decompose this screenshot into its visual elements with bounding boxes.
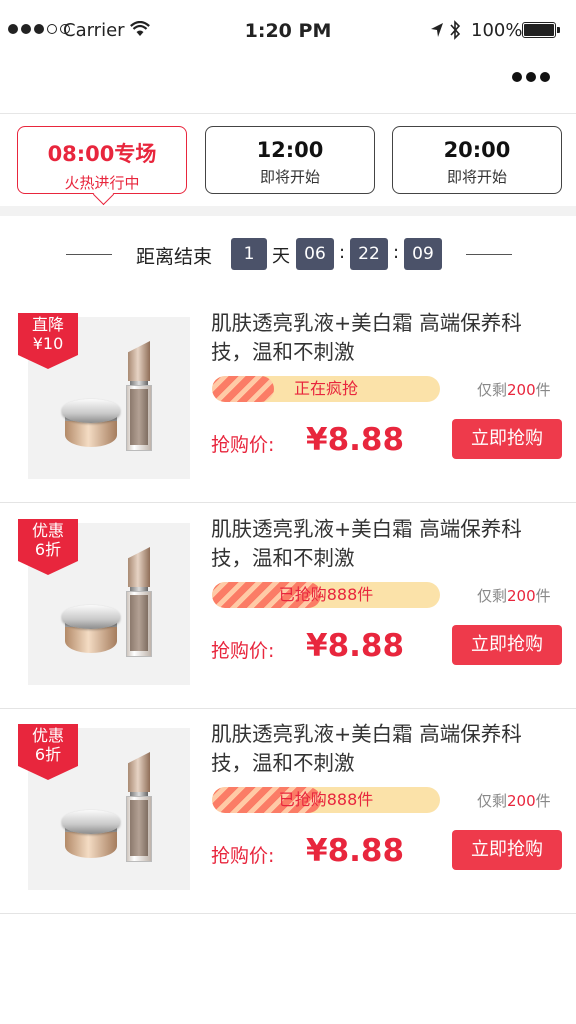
product-card[interactable]: 直降 ¥10 肌肤透亮乳液+美白霜 高端保养科技，温和不刺激 正在疯抢 仅剩20… — [0, 297, 576, 503]
badge-line1: 优惠 — [31, 521, 64, 540]
badge-line2: 6折 — [34, 540, 62, 559]
price-label: 抢购价: — [211, 845, 275, 867]
session-tab-2000[interactable]: 20:00 即将开始 — [392, 126, 562, 194]
stock-remaining: 仅剩200件 — [477, 587, 551, 605]
product-card[interactable]: 优惠 6折 肌肤透亮乳液+美白霜 高端保养科技，温和不刺激 已抢购888件 仅剩… — [0, 503, 576, 709]
lotion-bottle-image — [126, 752, 152, 862]
divider-line — [466, 254, 512, 255]
progress-text: 已抢购888件 — [278, 790, 374, 809]
session-time: 12:00 — [256, 138, 324, 162]
session-tabs: 08:00专场 火热进行中 12:00 即将开始 20:00 即将开始 — [0, 114, 576, 210]
progress-text: 已抢购888件 — [278, 585, 374, 604]
product-card[interactable]: 优惠 6折 肌肤透亮乳液+美白霜 高端保养科技，温和不刺激 已抢购888件 仅剩… — [0, 708, 576, 914]
countdown-days: 1 — [231, 238, 267, 270]
buy-now-button[interactable]: 立即抢购 — [452, 625, 562, 665]
price-value: ¥8.88 — [306, 422, 405, 458]
discount-badge: 直降 ¥10 — [18, 313, 78, 369]
badge-line1: 直降 — [31, 315, 64, 334]
sale-progress-bar: 正在疯抢 — [212, 376, 440, 402]
stock-remaining: 仅剩200件 — [477, 792, 551, 810]
countdown: 距离结束 1 天 06 : 22 : 09 — [0, 232, 576, 276]
section-divider — [0, 206, 576, 216]
price-value: ¥8.88 — [306, 628, 405, 664]
countdown-separator: : — [393, 242, 400, 263]
battery-icon — [522, 22, 560, 38]
session-tab-0800[interactable]: 08:00专场 火热进行中 — [17, 126, 187, 194]
sale-progress-bar: 已抢购888件 — [212, 582, 440, 608]
countdown-minutes: 22 — [350, 238, 388, 270]
location-arrow-icon — [431, 23, 443, 37]
buy-now-button[interactable]: 立即抢购 — [452, 830, 562, 870]
price-value: ¥8.88 — [306, 833, 405, 869]
discount-badge: 优惠 6折 — [18, 724, 78, 780]
session-time: 20:00 — [443, 138, 511, 162]
buy-now-button[interactable]: 立即抢购 — [452, 419, 562, 459]
nav-bar — [0, 62, 576, 114]
product-title[interactable]: 肌肤透亮乳液+美白霜 高端保养科技，温和不刺激 — [211, 720, 559, 778]
price-label: 抢购价: — [211, 640, 275, 662]
divider-line — [66, 254, 112, 255]
bluetooth-icon — [450, 20, 461, 40]
cream-jar-image — [62, 605, 120, 657]
session-time: 08:00专场 — [47, 142, 157, 166]
countdown-label: 距离结束 — [136, 246, 213, 268]
battery-percent: 100% — [471, 20, 523, 41]
session-status: 即将开始 — [446, 168, 507, 186]
session-status: 即将开始 — [259, 168, 320, 186]
status-bar: Carrier 1:20 PM 100% — [0, 0, 576, 62]
lotion-bottle-image — [126, 341, 152, 451]
countdown-days-unit: 天 — [272, 246, 290, 267]
discount-badge: 优惠 6折 — [18, 519, 78, 575]
session-tab-1200[interactable]: 12:00 即将开始 — [205, 126, 375, 194]
cream-jar-image — [62, 399, 120, 451]
session-status: 火热进行中 — [64, 174, 140, 192]
more-dots-icon[interactable] — [512, 72, 550, 82]
cream-jar-image — [62, 810, 120, 862]
countdown-hours: 06 — [296, 238, 334, 270]
countdown-seconds: 09 — [404, 238, 442, 270]
price-label: 抢购价: — [211, 434, 275, 456]
lotion-bottle-image — [126, 547, 152, 657]
progress-text: 正在疯抢 — [293, 379, 358, 398]
sale-progress-bar: 已抢购888件 — [212, 787, 440, 813]
badge-line2: 6折 — [34, 745, 62, 764]
countdown-separator: : — [339, 242, 346, 263]
product-title[interactable]: 肌肤透亮乳液+美白霜 高端保养科技，温和不刺激 — [211, 309, 559, 367]
badge-line2: ¥10 — [32, 334, 64, 353]
product-title[interactable]: 肌肤透亮乳液+美白霜 高端保养科技，温和不刺激 — [211, 515, 559, 573]
badge-line1: 优惠 — [31, 726, 64, 745]
stock-remaining: 仅剩200件 — [477, 381, 551, 399]
